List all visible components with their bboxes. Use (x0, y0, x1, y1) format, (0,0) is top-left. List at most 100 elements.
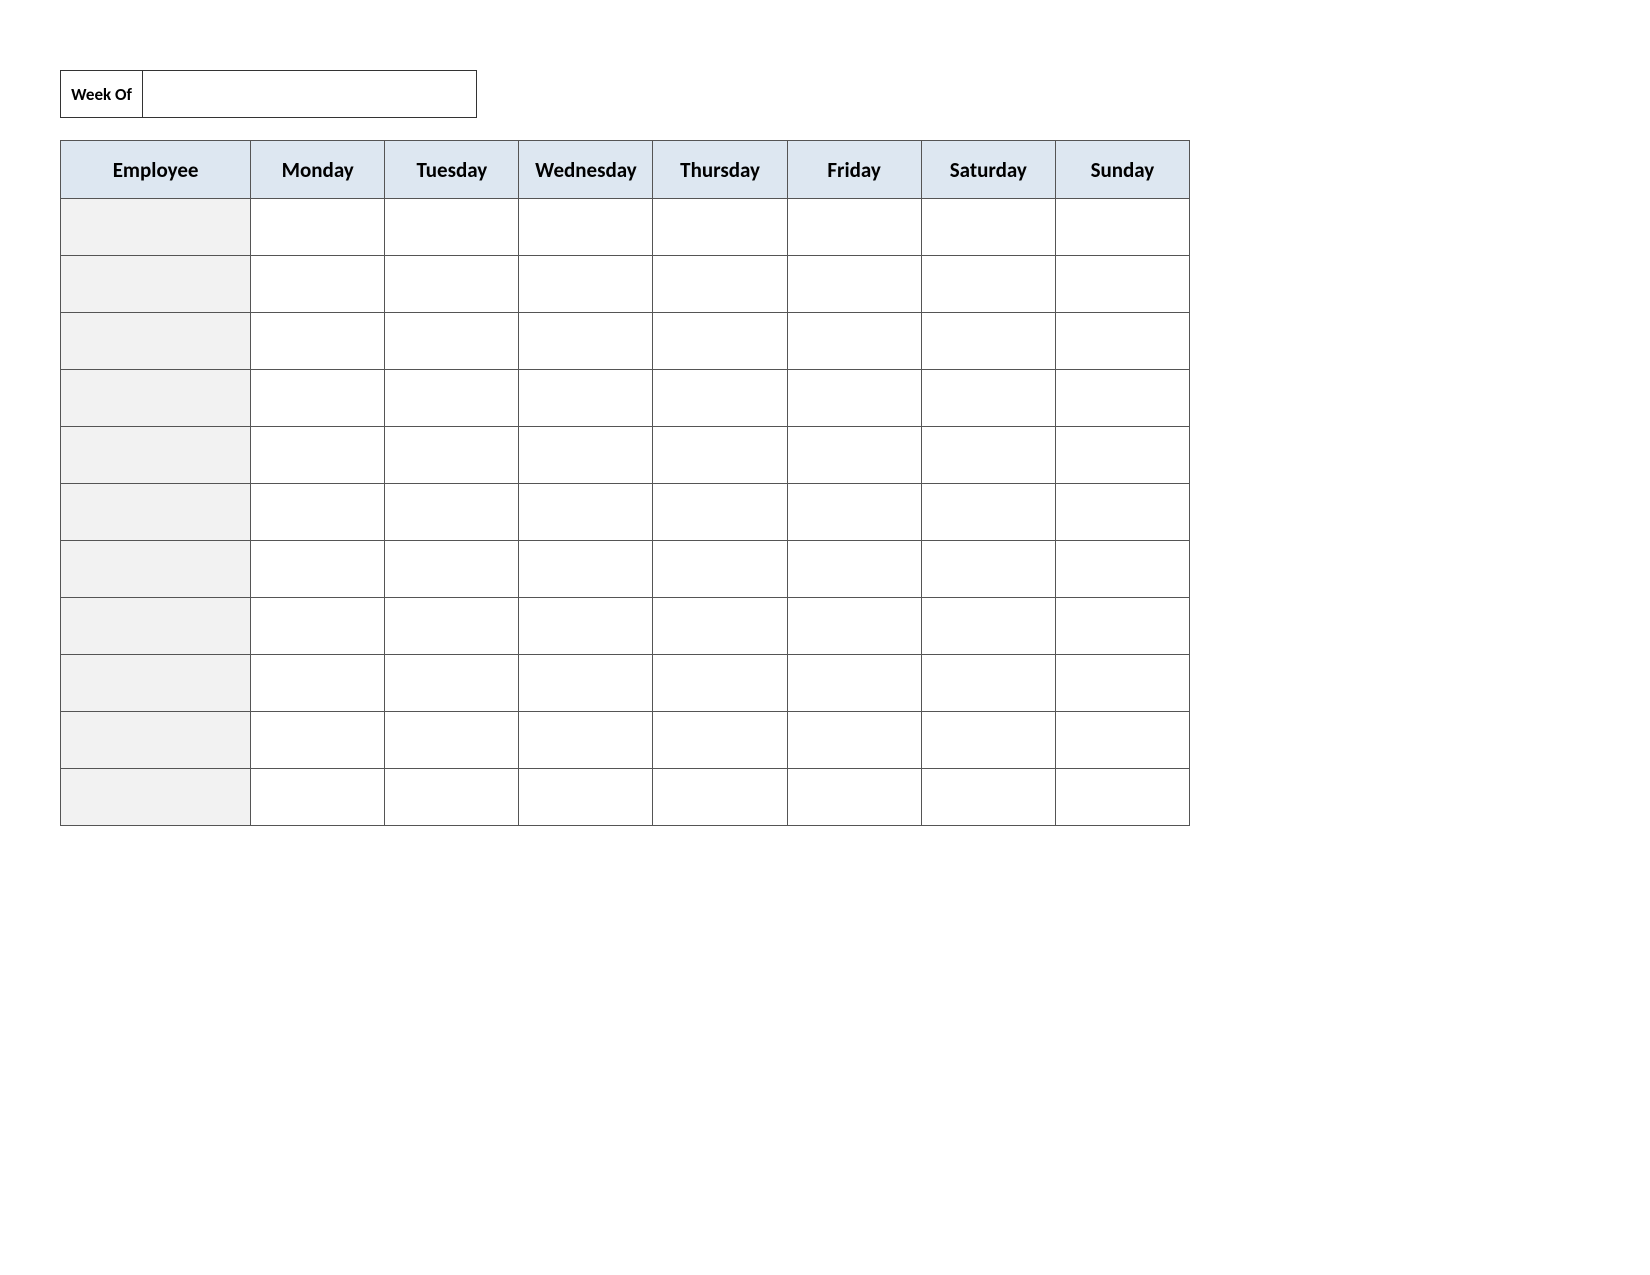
day-cell[interactable] (653, 256, 787, 313)
day-cell[interactable] (519, 712, 653, 769)
employee-cell[interactable] (61, 427, 251, 484)
day-cell[interactable] (1055, 427, 1189, 484)
day-cell[interactable] (251, 199, 385, 256)
day-cell[interactable] (251, 484, 385, 541)
day-cell[interactable] (653, 712, 787, 769)
day-cell[interactable] (519, 370, 653, 427)
day-cell[interactable] (385, 598, 519, 655)
employee-cell[interactable] (61, 598, 251, 655)
day-cell[interactable] (921, 541, 1055, 598)
employee-cell[interactable] (61, 370, 251, 427)
day-cell[interactable] (251, 655, 385, 712)
table-row (61, 256, 1190, 313)
day-cell[interactable] (921, 769, 1055, 826)
day-cell[interactable] (787, 655, 921, 712)
day-cell[interactable] (519, 769, 653, 826)
day-cell[interactable] (921, 256, 1055, 313)
schedule-table: Employee Monday Tuesday Wednesday Thursd… (60, 140, 1190, 826)
day-cell[interactable] (251, 712, 385, 769)
day-cell[interactable] (653, 541, 787, 598)
day-cell[interactable] (787, 313, 921, 370)
day-cell[interactable] (787, 769, 921, 826)
day-cell[interactable] (653, 199, 787, 256)
employee-cell[interactable] (61, 484, 251, 541)
day-cell[interactable] (251, 370, 385, 427)
header-wednesday: Wednesday (519, 141, 653, 199)
day-cell[interactable] (921, 484, 1055, 541)
day-cell[interactable] (519, 655, 653, 712)
day-cell[interactable] (519, 541, 653, 598)
day-cell[interactable] (385, 484, 519, 541)
day-cell[interactable] (251, 769, 385, 826)
day-cell[interactable] (653, 370, 787, 427)
day-cell[interactable] (653, 598, 787, 655)
table-row (61, 370, 1190, 427)
week-of-input[interactable] (143, 71, 476, 117)
day-cell[interactable] (385, 655, 519, 712)
employee-cell[interactable] (61, 712, 251, 769)
day-cell[interactable] (653, 769, 787, 826)
day-cell[interactable] (787, 541, 921, 598)
day-cell[interactable] (921, 199, 1055, 256)
day-cell[interactable] (921, 655, 1055, 712)
day-cell[interactable] (251, 313, 385, 370)
day-cell[interactable] (251, 427, 385, 484)
day-cell[interactable] (787, 256, 921, 313)
day-cell[interactable] (519, 256, 653, 313)
day-cell[interactable] (921, 313, 1055, 370)
day-cell[interactable] (787, 484, 921, 541)
employee-cell[interactable] (61, 313, 251, 370)
day-cell[interactable] (385, 199, 519, 256)
day-cell[interactable] (519, 598, 653, 655)
day-cell[interactable] (921, 427, 1055, 484)
day-cell[interactable] (1055, 598, 1189, 655)
day-cell[interactable] (1055, 370, 1189, 427)
table-row (61, 769, 1190, 826)
employee-cell[interactable] (61, 769, 251, 826)
day-cell[interactable] (385, 541, 519, 598)
header-saturday: Saturday (921, 141, 1055, 199)
day-cell[interactable] (1055, 712, 1189, 769)
day-cell[interactable] (653, 655, 787, 712)
day-cell[interactable] (921, 598, 1055, 655)
day-cell[interactable] (1055, 199, 1189, 256)
day-cell[interactable] (519, 427, 653, 484)
day-cell[interactable] (251, 541, 385, 598)
day-cell[interactable] (921, 712, 1055, 769)
day-cell[interactable] (1055, 256, 1189, 313)
day-cell[interactable] (653, 313, 787, 370)
day-cell[interactable] (385, 256, 519, 313)
day-cell[interactable] (787, 427, 921, 484)
day-cell[interactable] (921, 370, 1055, 427)
employee-cell[interactable] (61, 256, 251, 313)
header-monday: Monday (251, 141, 385, 199)
day-cell[interactable] (1055, 541, 1189, 598)
day-cell[interactable] (385, 427, 519, 484)
day-cell[interactable] (385, 370, 519, 427)
day-cell[interactable] (1055, 484, 1189, 541)
day-cell[interactable] (251, 598, 385, 655)
table-row (61, 541, 1190, 598)
day-cell[interactable] (385, 712, 519, 769)
day-cell[interactable] (787, 712, 921, 769)
table-row (61, 655, 1190, 712)
employee-cell[interactable] (61, 541, 251, 598)
day-cell[interactable] (519, 199, 653, 256)
day-cell[interactable] (653, 427, 787, 484)
day-cell[interactable] (251, 256, 385, 313)
header-thursday: Thursday (653, 141, 787, 199)
day-cell[interactable] (1055, 313, 1189, 370)
employee-cell[interactable] (61, 199, 251, 256)
employee-cell[interactable] (61, 655, 251, 712)
table-row (61, 712, 1190, 769)
day-cell[interactable] (653, 484, 787, 541)
day-cell[interactable] (519, 484, 653, 541)
day-cell[interactable] (787, 598, 921, 655)
day-cell[interactable] (1055, 769, 1189, 826)
day-cell[interactable] (1055, 655, 1189, 712)
day-cell[interactable] (787, 370, 921, 427)
day-cell[interactable] (787, 199, 921, 256)
day-cell[interactable] (385, 313, 519, 370)
day-cell[interactable] (519, 313, 653, 370)
day-cell[interactable] (385, 769, 519, 826)
